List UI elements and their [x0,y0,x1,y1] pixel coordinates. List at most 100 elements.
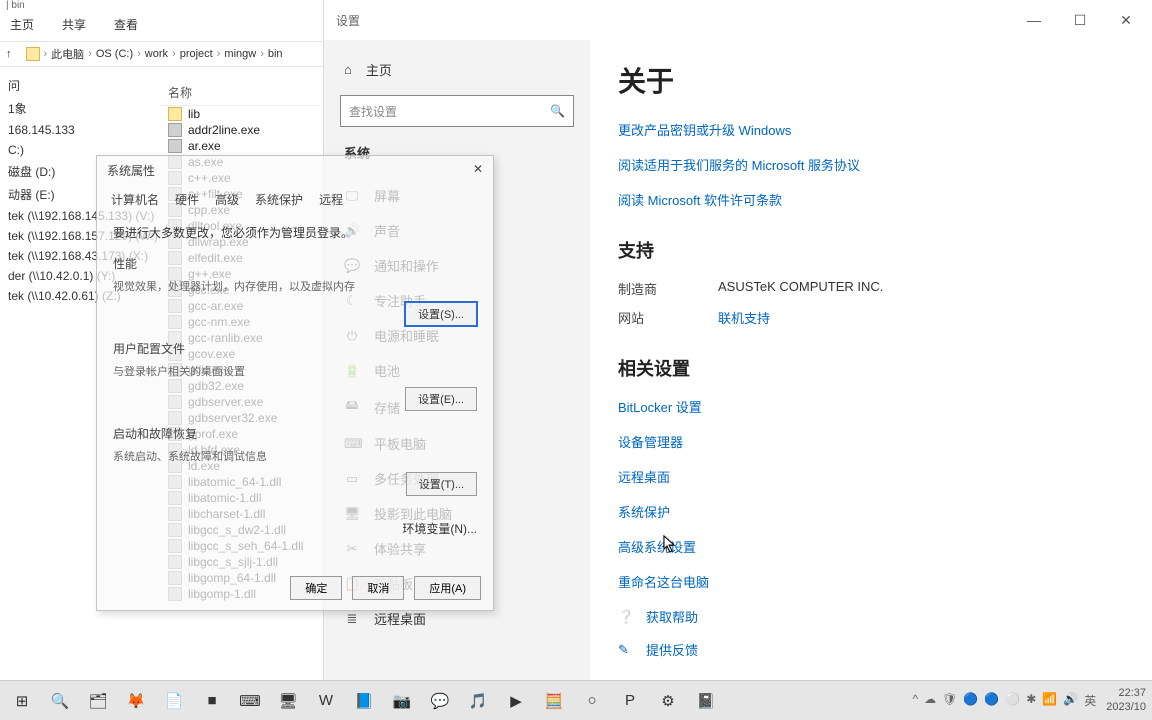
related-link[interactable]: 远程桌面 [618,467,1124,486]
taskbar-app-icon[interactable]: 🖥 [272,686,304,716]
maximize-button[interactable]: ☐ [1066,12,1094,29]
taskbar-app-icon[interactable]: ▶ [500,686,532,716]
tray-icon[interactable]: ⚪ [1005,692,1020,709]
tray-icon[interactable]: ☁ [924,692,936,709]
file-row[interactable]: addr2line.exe [160,122,320,138]
taskbar-app-icon[interactable]: 🦊 [120,686,152,716]
taskbar-app-icon[interactable]: 🧮 [538,686,570,716]
sysprop-close-icon[interactable]: ✕ [473,162,483,179]
crumb-work[interactable]: work [145,48,168,60]
exe-icon [168,123,182,137]
taskbar-app-icon[interactable]: 📘 [348,686,380,716]
taskbar[interactable]: ⊞🔍🗂🦊📄■⌨🖥W📘📷💬🎵▶🧮○P⚙📓 ^ ☁ 🛡 🔵 🔵 ⚪ ✱ 📶 🔊 英 22:37 202… [0,680,1152,720]
tray-icon[interactable]: 📶 [1042,692,1057,709]
taskbar-app-icon[interactable]: 💬 [424,686,456,716]
taskbar-app-icon[interactable]: ■ [196,686,228,716]
related-link[interactable]: 重命名这台电脑 [618,572,1124,591]
mfr-value: ASUSTeK COMPUTER INC. [718,279,883,298]
system-properties-dialog[interactable]: 系统属性 ✕ 计算机名 硬件 高级 系统保护 远程 要进行大多数更改，您必须作为… [96,155,494,611]
tray-icon[interactable]: 🔵 [984,692,999,709]
up-icon[interactable]: ↑ [6,48,12,60]
taskbar-app-icon[interactable]: ⚙ [652,686,684,716]
file-row[interactable]: lib [160,106,320,122]
perf-settings-button[interactable]: 设置(S)... [405,302,477,326]
perf-title: 性能 [113,255,477,272]
taskbar-clock[interactable]: 22:37 2023/10 [1106,687,1146,713]
related-link[interactable]: 系统保护 [618,502,1124,521]
startup-desc: 系统启动、系统故障和调试信息 [113,448,477,464]
ribbon-tab-home[interactable]: 主页 [6,14,38,35]
ok-button[interactable]: 确定 [290,576,342,600]
help-row[interactable]: ❔ 获取帮助 [618,607,1124,626]
link-license-terms[interactable]: 阅读 Microsoft 软件许可条款 [618,190,1124,209]
nav-icon: ≣ [344,611,360,627]
search-icon: 🔍 [550,104,565,118]
perf-desc: 视觉效果，处理器计划，内存使用，以及虚拟内存 [113,278,477,294]
tab-system-protection[interactable]: 系统保护 [251,189,307,210]
folder-icon [168,107,182,121]
perf-group: 性能 视觉效果，处理器计划，内存使用，以及虚拟内存 设置(S)... [113,255,477,326]
folder-icon [26,47,40,61]
startup-title: 启动和故障恢复 [113,425,477,442]
ribbon-tab-view[interactable]: 查看 [110,14,142,35]
nav-home[interactable]: ⌂ 主页 [330,52,584,87]
env-vars-button[interactable]: 环境变量(N)... [402,520,477,537]
link-services-agreement[interactable]: 阅读适用于我们服务的 Microsoft 服务协议 [618,155,1124,174]
crumb-pc[interactable]: 此电脑 [51,46,84,62]
profiles-desc: 与登录帐户相关的桌面设置 [113,363,477,379]
file-name: addr2line.exe [188,123,260,137]
tray-icon[interactable]: ✱ [1026,692,1036,709]
site-value[interactable]: 联机支持 [718,308,770,327]
profiles-settings-button[interactable]: 设置(E)... [405,387,477,411]
related-link[interactable]: 设备管理器 [618,432,1124,451]
file-row[interactable]: ar.exe [160,138,320,154]
taskbar-app-icon[interactable]: 📷 [386,686,418,716]
taskbar-app-icon[interactable]: 🎵 [462,686,494,716]
feedback-row[interactable]: ✎ 提供反馈 [618,640,1124,659]
sysprop-tabs[interactable]: 计算机名 硬件 高级 系统保护 远程 [97,185,493,214]
tray-icon[interactable]: 🔊 [1063,692,1078,709]
taskbar-app-icon[interactable]: W [310,686,342,716]
tab-computer-name[interactable]: 计算机名 [107,189,163,210]
sysprop-note: 要进行大多数更改，您必须作为管理员登录。 [113,224,477,241]
taskbar-app-icon[interactable]: P [614,686,646,716]
taskbar-app-icon[interactable]: ⌨ [234,686,266,716]
startup-settings-button[interactable]: 设置(T)... [406,472,477,496]
help-label: 获取帮助 [646,607,698,626]
tray-icon[interactable]: ^ [913,692,919,709]
apply-button[interactable]: 应用(A) [414,576,481,600]
related-link[interactable]: 高级系统设置 [618,537,1124,556]
ribbon-tab-share[interactable]: 共享 [58,14,90,35]
taskbar-app-icon[interactable]: 📓 [690,686,722,716]
clock-time: 22:37 [1106,687,1146,700]
crumb-bin[interactable]: bin [268,48,283,60]
taskbar-app-icon[interactable]: 📄 [158,686,190,716]
sysprop-title: 系统属性 [107,162,155,179]
crumb-mingw[interactable]: mingw [224,48,256,60]
tab-hardware[interactable]: 硬件 [171,189,203,210]
feedback-label: 提供反馈 [646,640,698,659]
cancel-button[interactable]: 取消 [352,576,404,600]
clock-date: 2023/10 [1106,701,1146,714]
explorer-breadcrumb[interactable]: ↑ › 此电脑› OS (C:)› work› project› mingw› … [0,42,323,67]
tray-icon[interactable]: 🔵 [963,692,978,709]
tab-remote[interactable]: 远程 [315,189,347,210]
taskbar-app-icon[interactable]: ⊞ [6,686,38,716]
nav-home-label: 主页 [366,60,392,79]
close-button[interactable]: ✕ [1112,12,1140,29]
settings-search[interactable]: 查找设置 🔍 [340,95,574,127]
tray-icon[interactable]: 🛡 [942,692,957,709]
explorer-title: | bin [0,0,323,12]
related-link[interactable]: BitLocker 设置 [618,397,1124,416]
crumb-c[interactable]: OS (C:) [96,48,133,60]
taskbar-app-icon[interactable]: 🔍 [44,686,76,716]
minimize-button[interactable]: — [1020,12,1048,29]
column-name[interactable]: 名称 [160,80,320,106]
taskbar-app-icon[interactable]: 🗂 [82,686,114,716]
file-name: ar.exe [188,139,221,153]
link-change-key[interactable]: 更改产品密钥或升级 Windows [618,120,1124,139]
taskbar-app-icon[interactable]: ○ [576,686,608,716]
tray-icon[interactable]: 英 [1084,692,1096,709]
tab-advanced[interactable]: 高级 [211,189,243,210]
crumb-project[interactable]: project [180,48,213,60]
